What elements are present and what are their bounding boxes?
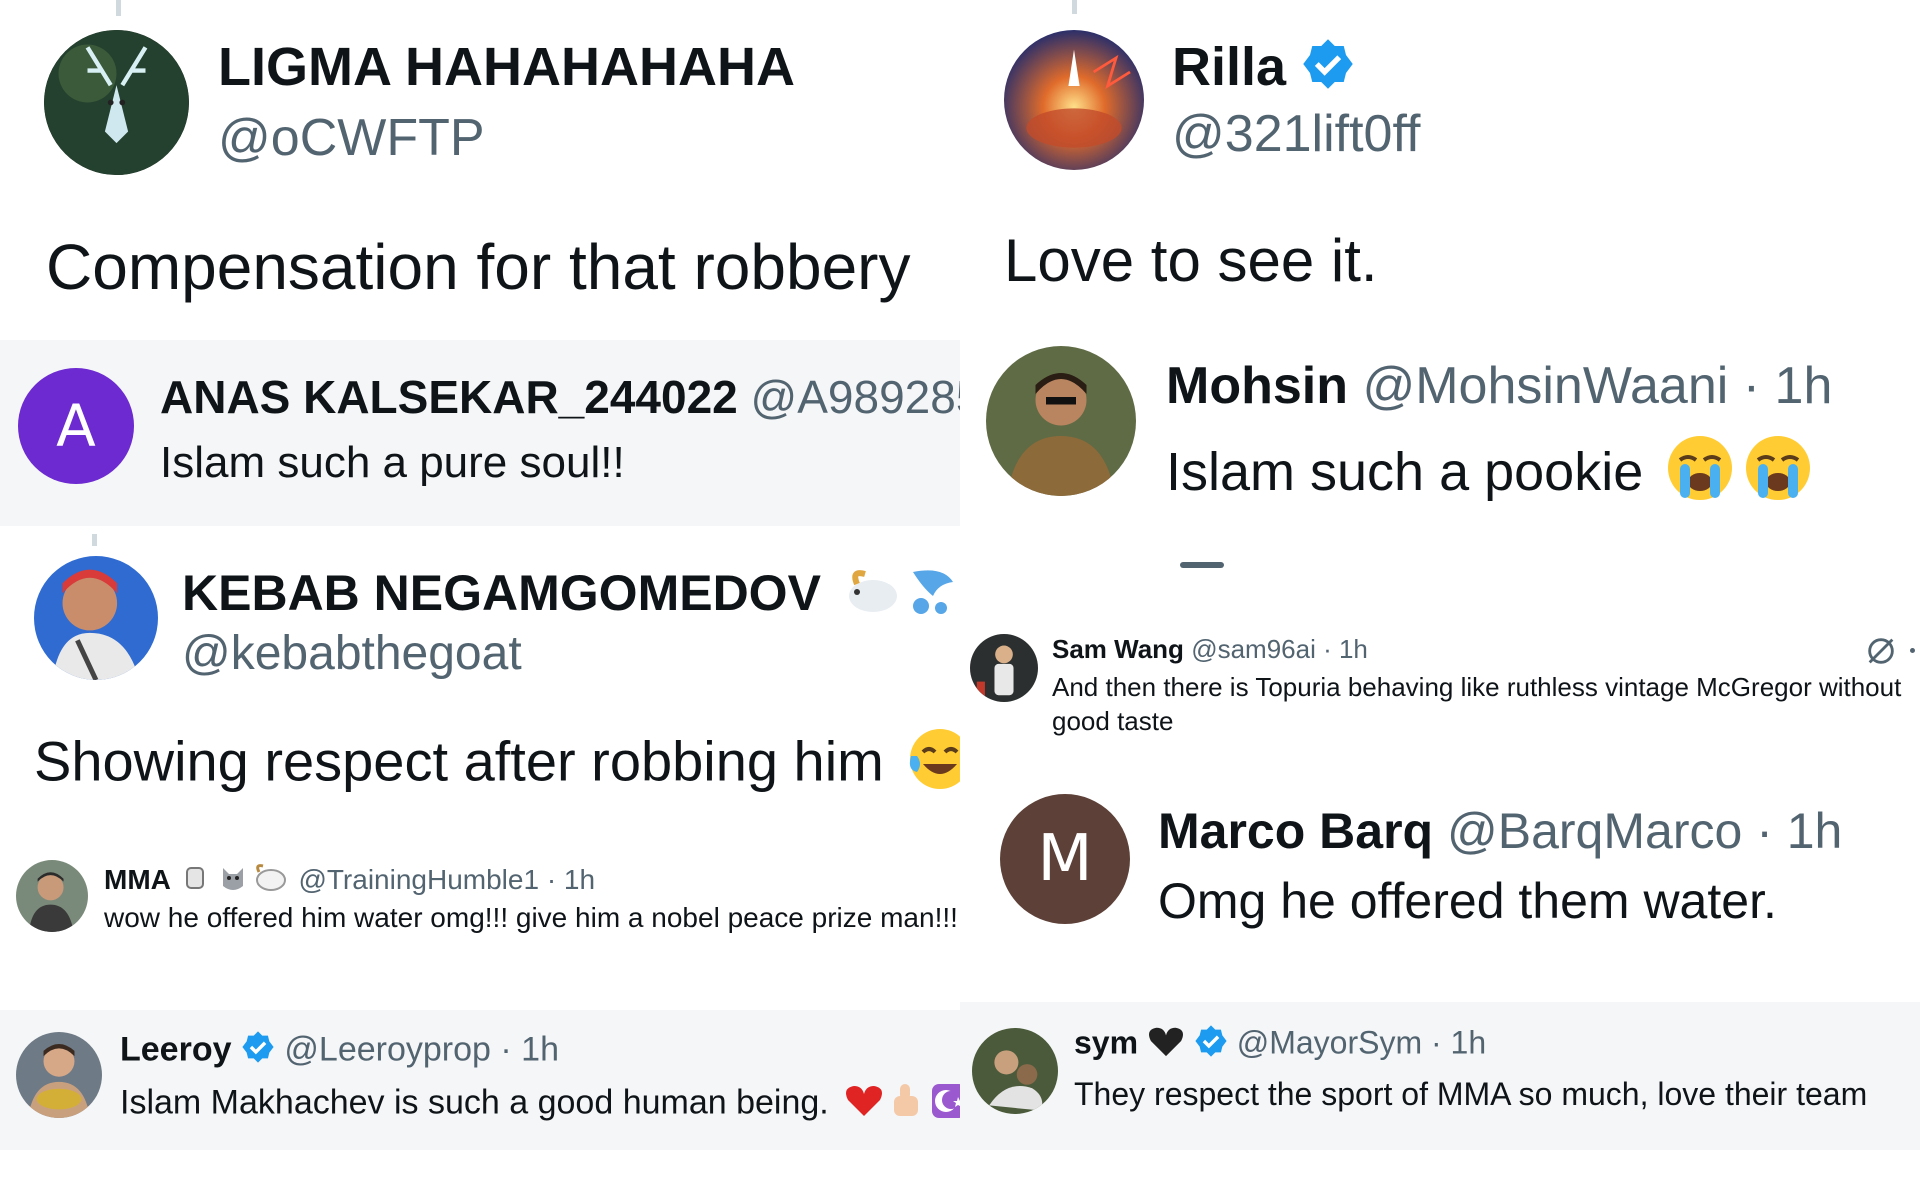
tweet-text: wow he offered him water omg!!! give him… [104, 902, 958, 933]
author-handle[interactable]: @TrainingHumble1 [298, 864, 539, 895]
timestamp[interactable]: · 1h [1323, 634, 1368, 664]
timestamp[interactable]: · 1h [547, 864, 595, 895]
author-name[interactable]: sym [1074, 1024, 1138, 1060]
author-handle[interactable]: @321lift0ff [1172, 104, 1420, 164]
deer-avatar-icon [44, 30, 189, 175]
verified-badge-icon [241, 1030, 275, 1073]
tweet-card-ligma[interactable]: LIGMA HAHAHAHAHA @oCWFTP Compensation fo… [0, 0, 960, 340]
timestamp[interactable]: · 1h [1743, 357, 1833, 415]
fist-wolf-goat-icon [179, 862, 291, 901]
avatar[interactable] [16, 860, 88, 932]
verified-badge-icon [1301, 37, 1355, 104]
author-row: Mohsin @MohsinWaani · 1h [1166, 356, 1832, 416]
author-name[interactable]: Mohsin [1166, 357, 1348, 415]
tweet-text: Compensation for that robbery [46, 231, 911, 303]
author-handle[interactable]: @sam96ai [1191, 634, 1316, 664]
tweet-text: Islam Makhachev is such a good human bei… [120, 1083, 829, 1122]
timestamp[interactable]: · 1h [1756, 803, 1842, 859]
author-name[interactable]: Rilla [1172, 37, 1286, 97]
author-name[interactable]: Marco Barq [1158, 803, 1433, 859]
avatar[interactable]: A [18, 368, 134, 484]
author-row: ANAS KALSEKAR_244022 @A989285 [160, 370, 960, 424]
heart-thumbsup-crescent-icon [844, 1080, 960, 1129]
rocket-launch-avatar-icon [1004, 30, 1144, 170]
reply-icon-partial[interactable] [1180, 562, 1224, 568]
author-row: MMA @TrainingHumble1 · 1h [104, 862, 595, 901]
author-handle[interactable]: @oCWFTP [218, 108, 485, 168]
tweet-card-rilla[interactable]: Rilla @321lift0ff Love to see it. [960, 0, 1920, 330]
man-portrait-avatar-icon [986, 346, 1136, 496]
tweet-card-sym[interactable]: sym @MayorSym · 1h They respect the spor… [960, 1002, 1920, 1150]
author-name[interactable]: Sam Wang [1052, 634, 1184, 664]
thread-line [1072, 0, 1077, 14]
fighter-avatar-icon [34, 556, 158, 680]
author-handle[interactable]: @Leeroyprop [284, 1030, 491, 1068]
thread-line [116, 0, 121, 16]
tweet-text: They respect the sport of MMA so much, l… [1074, 1076, 1868, 1112]
author-row: Sam Wang @sam96ai · 1h [1052, 634, 1368, 665]
author-handle[interactable]: @A989285 [751, 371, 960, 423]
tweet-card-mma[interactable]: MMA @TrainingHumble1 · 1h wow he offered… [0, 840, 960, 1010]
tweet-text-row: Islam such a pookie [1166, 434, 1816, 517]
timestamp[interactable]: · 1h [1431, 1024, 1486, 1060]
tweet-text-line1: And then there is Topuria behaving like … [1052, 672, 1902, 702]
author-handle[interactable]: @BarqMarco [1447, 803, 1742, 859]
avatar[interactable] [970, 634, 1038, 702]
author-row: Marco Barq @BarqMarco · 1h [1158, 802, 1842, 860]
avatar[interactable] [34, 556, 158, 680]
tweet-text-row: Islam Makhachev is such a good human bei… [120, 1080, 960, 1129]
author-row: Rilla [1172, 36, 1355, 104]
author-row: sym @MayorSym · 1h [1074, 1024, 1486, 1066]
tears-of-joy-icon [907, 726, 960, 805]
author-row: KEBAB NEGAMGOMEDOV [182, 562, 960, 632]
ram-and-dash-icon [843, 562, 960, 632]
avatar[interactable] [972, 1028, 1058, 1114]
verified-badge-icon [1194, 1024, 1228, 1066]
avatar-letter: M [1037, 822, 1093, 896]
author-row: Leeroy @Leeroyprop · 1h [120, 1030, 559, 1073]
author-name[interactable]: ANAS KALSEKAR_244022 [160, 371, 738, 423]
author-handle[interactable]: @MohsinWaani [1362, 357, 1728, 415]
tweet-text-row: Showing respect after robbing him [34, 726, 960, 805]
black-heart-icon [1147, 1024, 1185, 1066]
thread-line [92, 534, 97, 546]
more-options-icon[interactable] [1910, 648, 1915, 653]
avatar[interactable] [44, 30, 189, 175]
author-name[interactable]: Leeroy [120, 1030, 232, 1068]
avatar[interactable] [1004, 30, 1144, 170]
tweet-text: Islam such a pookie [1166, 441, 1644, 502]
child-fighter-avatar-icon [16, 860, 88, 932]
tweet-card-leeroy[interactable]: Leeroy @Leeroyprop · 1h Islam Makhachev … [0, 1010, 960, 1150]
author-handle[interactable]: @kebabthegoat [182, 626, 522, 681]
tweet-text: Omg he offered them water. [1158, 873, 1777, 929]
avatar[interactable] [16, 1032, 102, 1118]
tweet-text-line2: good taste [1052, 706, 1174, 736]
author-name[interactable]: LIGMA HAHAHAHAHA [218, 36, 795, 98]
tweet-text: Love to see it. [1004, 227, 1378, 294]
tweet-card-kebab[interactable]: KEBAB NEGAMGOMEDOV @kebabthegoat Showing… [0, 526, 960, 840]
avatar[interactable] [986, 346, 1136, 496]
tweet-card-marco[interactable]: M Marco Barq @BarqMarco · 1h Omg he offe… [960, 780, 1920, 980]
timestamp[interactable]: · 1h [500, 1030, 559, 1068]
man-standing-avatar-icon [970, 634, 1038, 702]
avatar-letter: A [56, 392, 96, 460]
avatar[interactable]: M [1000, 794, 1130, 924]
tweet-text: Showing respect after robbing him [34, 729, 884, 793]
tweet-text: Islam such a pure soul!! [160, 438, 625, 487]
author-name[interactable]: KEBAB NEGAMGOMEDOV [182, 565, 821, 621]
tweet-card-sam[interactable]: Sam Wang @sam96ai · 1h And then there is… [960, 630, 1920, 800]
fighter-belt-avatar-icon [16, 1032, 102, 1118]
author-handle[interactable]: @MayorSym [1237, 1024, 1422, 1060]
tweet-card-anas[interactable]: A ANAS KALSEKAR_244022 @A989285 Islam su… [0, 340, 960, 526]
author-name[interactable]: MMA [104, 864, 171, 895]
grok-icon[interactable] [1864, 634, 1898, 673]
tweet-card-mohsin[interactable]: Mohsin @MohsinWaani · 1h Islam such a po… [960, 330, 1920, 630]
fight-scene-avatar-icon [972, 1028, 1058, 1114]
loudly-crying-face-icon [1666, 434, 1816, 517]
